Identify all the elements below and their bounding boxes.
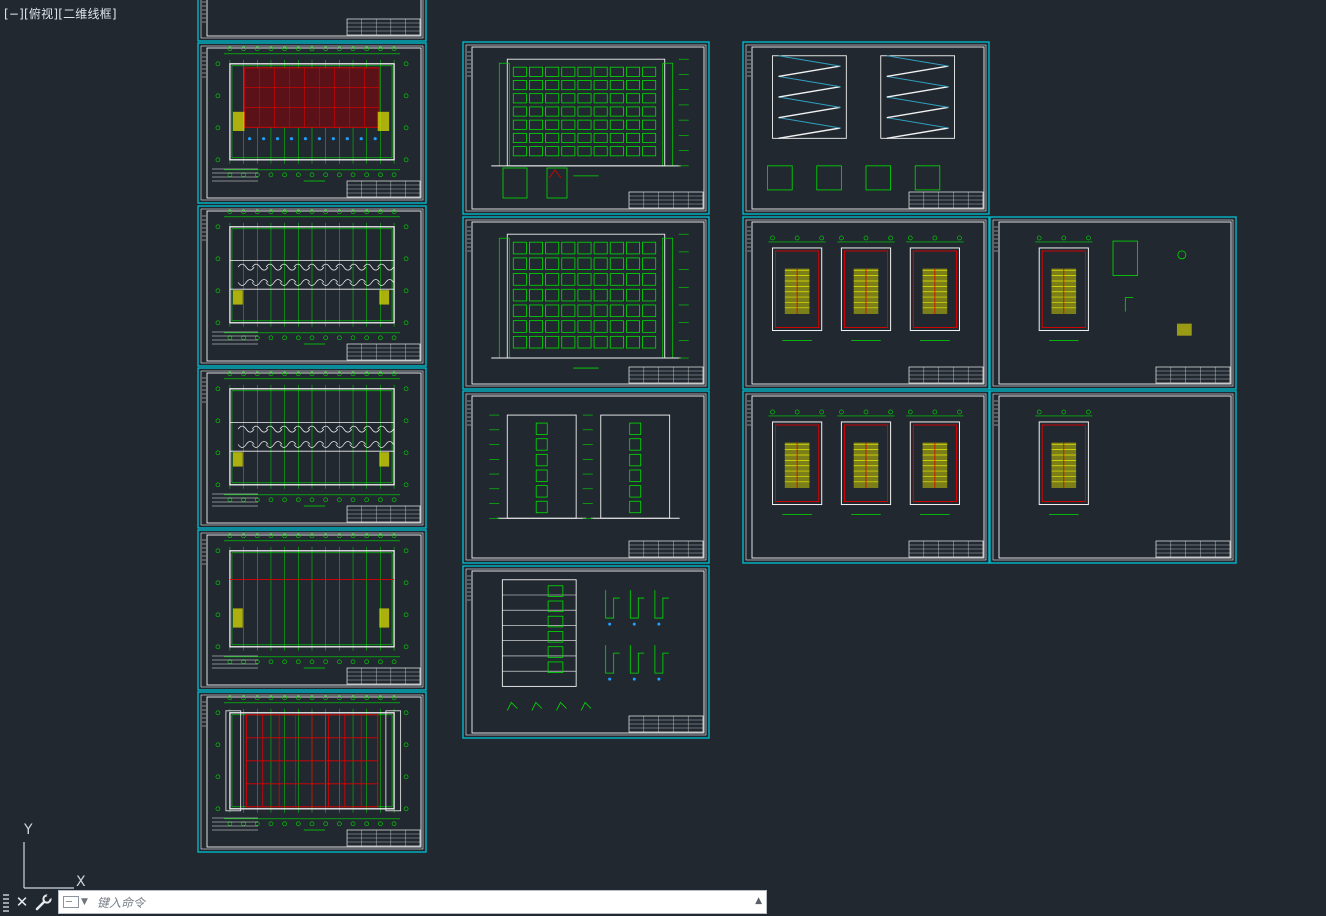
ucs-y-label: Y [24,822,33,838]
command-line: ✕ ▼ ▲ [0,889,770,916]
sheet-top-floor-plan[interactable] [197,529,427,691]
sheet-front-elevation[interactable] [462,41,710,215]
chevron-up-icon[interactable]: ▲ [755,896,762,906]
wrench-icon[interactable] [34,892,54,912]
command-input[interactable] [95,893,739,913]
sheet-stair-plans-a[interactable] [742,216,990,390]
sheet-side-elevations[interactable] [462,390,710,564]
sheet-roof-plan[interactable] [197,691,427,853]
ucs-icon: Y X [14,822,104,892]
command-line-grip-handle[interactable] [3,894,9,912]
sheet-floor-plan-partial-top[interactable] [197,0,427,42]
sheet-section-and-details[interactable] [462,565,710,739]
sheet-stair-sections[interactable] [742,41,990,215]
model-space-canvas[interactable] [0,0,1326,916]
command-input-box[interactable]: ▼ ▲ [58,890,767,914]
sheet-ground-floor-plan[interactable] [197,42,427,204]
command-prompt-icon[interactable] [63,896,79,908]
chevron-down-icon[interactable]: ▼ [81,897,88,907]
close-icon[interactable]: ✕ [13,892,31,912]
sheet-rear-elevation[interactable] [462,216,710,390]
sheet-stair-plan-single[interactable] [989,390,1237,564]
sheet-stair-plan-details[interactable] [989,216,1237,390]
sheet-stair-plans-b[interactable] [742,390,990,564]
sheet-second-floor-plan[interactable] [197,205,427,367]
sheet-standard-floor-plan[interactable] [197,367,427,529]
ucs-x-label: X [76,874,86,890]
